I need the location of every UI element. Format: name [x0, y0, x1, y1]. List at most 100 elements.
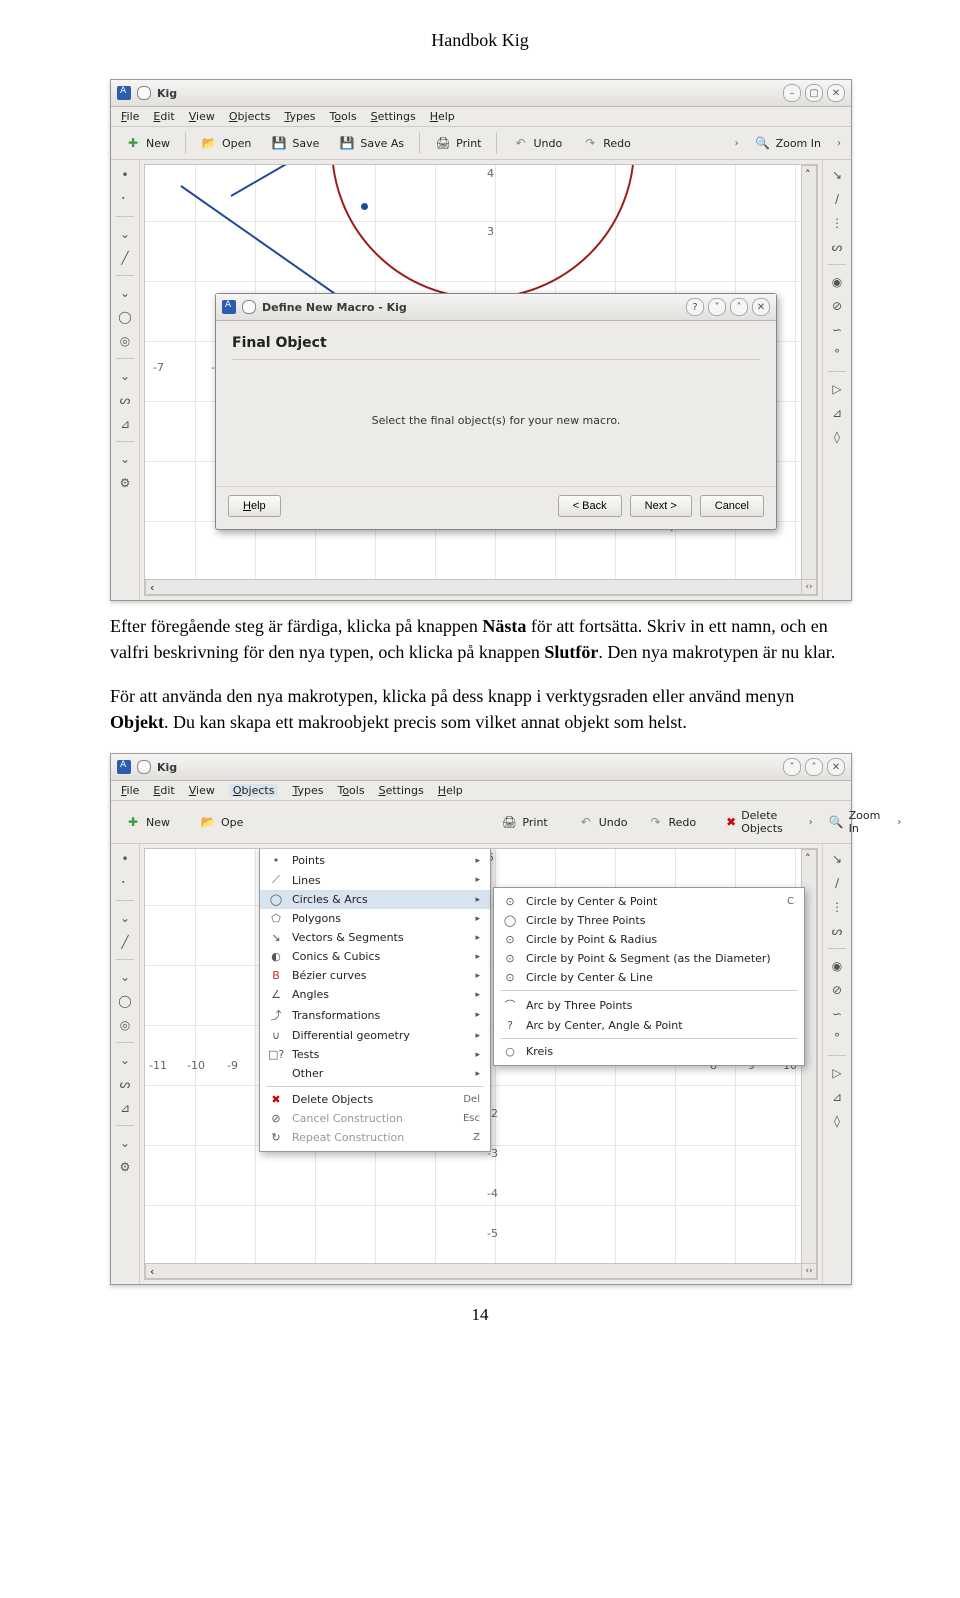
tool-icon[interactable]: ▷ [828, 380, 846, 398]
minimize-icon[interactable]: ˅ [783, 758, 801, 776]
tool-icon[interactable]: ◉ [828, 957, 846, 975]
menu-settings[interactable]: Settings [371, 110, 416, 123]
menu-help[interactable]: Help [430, 110, 455, 123]
point-tool-icon[interactable]: • [116, 850, 134, 868]
window-menu-icon[interactable] [137, 86, 151, 100]
line-tool-icon[interactable]: ╱ [116, 933, 134, 951]
menu-help[interactable]: Help [438, 784, 463, 797]
tool-icon[interactable]: ∽ [828, 321, 846, 339]
menu-item[interactable]: •Points▸ [260, 851, 490, 870]
tool-icon[interactable]: ⊿ [828, 404, 846, 422]
misc-tool-icon[interactable]: ᔕ [116, 1075, 134, 1093]
tool-icon[interactable]: ↘ [828, 850, 846, 868]
menu-item[interactable]: ◯Circles & Arcs▸ [260, 890, 490, 909]
tool-icon[interactable]: ⊿ [828, 1088, 846, 1106]
tool-icon[interactable]: ∕ [828, 874, 846, 892]
cancel-button[interactable]: Cancel [700, 495, 764, 517]
zoomin-button[interactable]: 🔍Zoom In [821, 805, 890, 839]
menu-item[interactable]: □?Tests▸ [260, 1045, 490, 1064]
menu-item[interactable]: Other▸ [260, 1064, 490, 1083]
dialog-menu-icon[interactable] [242, 300, 256, 314]
new-button[interactable]: ✚New [117, 810, 178, 834]
zoomin-button[interactable]: 🔍Zoom In [747, 131, 829, 155]
open-button[interactable]: 📂Open [193, 131, 259, 155]
window-menu-icon[interactable] [137, 760, 151, 774]
menu-objects[interactable]: Objects [229, 784, 279, 797]
delete-button[interactable]: ✖Delete Objects [718, 805, 797, 839]
points-tool-icon[interactable]: ⠂ [116, 874, 134, 892]
canvas[interactable]: 5 -2 -3 -4 -5 -11 -10 -9 8 9 10 ‹ ˄ ‹› •… [144, 848, 818, 1280]
menu-file[interactable]: File [121, 784, 139, 797]
chevron-down-icon[interactable]: ⌄ [116, 968, 134, 986]
menu-edit[interactable]: Edit [153, 784, 174, 797]
menu-item[interactable]: ⌒Arc by Three Points [494, 994, 804, 1016]
menu-item[interactable]: BBézier curves▸ [260, 966, 490, 985]
redo-button[interactable]: ↷Redo [639, 810, 704, 834]
tool-icon[interactable]: ⊘ [828, 297, 846, 315]
chevron-down-icon[interactable]: ⌄ [116, 225, 134, 243]
misc-tool-icon[interactable]: ᔕ [116, 391, 134, 409]
close-icon[interactable]: ✕ [827, 84, 845, 102]
menu-file[interactable]: File [121, 110, 139, 123]
chevron-down-icon[interactable]: ⌄ [116, 1134, 134, 1152]
min-icon[interactable]: ˅ [708, 298, 726, 316]
help-button[interactable]: Help [228, 495, 281, 517]
menu-item[interactable]: ↘Vectors & Segments▸ [260, 928, 490, 947]
macro-tool-icon[interactable]: ⚙ [116, 1158, 134, 1176]
circle-tool-icon[interactable]: ◯ [116, 992, 134, 1010]
redo-button[interactable]: ↷Redo [574, 131, 639, 155]
point-tool-icon[interactable]: • [116, 166, 134, 184]
menu-item[interactable]: ∪Differential geometry▸ [260, 1026, 490, 1045]
tool-icon[interactable]: ⊘ [828, 981, 846, 999]
tool-icon[interactable]: ↘ [828, 166, 846, 184]
canvas[interactable]: 4 3 -7 -6 ‹ ˄ ‹› D [144, 164, 818, 596]
horizontal-scrollbar[interactable]: ‹ [145, 579, 803, 595]
vertical-scrollbar[interactable]: ˄ [801, 165, 817, 581]
saveas-button[interactable]: 💾Save As [331, 131, 412, 155]
menu-types[interactable]: Types [292, 784, 323, 797]
circle-tool-icon[interactable]: ◯ [116, 308, 134, 326]
menu-item[interactable]: ○Kreis [494, 1042, 804, 1061]
undo-button[interactable]: ↶Undo [504, 131, 570, 155]
macro-tool-icon[interactable]: ⚙ [116, 474, 134, 492]
line-tool-icon[interactable]: ╱ [116, 249, 134, 267]
save-button[interactable]: 💾Save [263, 131, 327, 155]
tool-icon[interactable]: ° [828, 345, 846, 363]
horizontal-scrollbar[interactable]: ‹ [145, 1263, 803, 1279]
minimize-icon[interactable]: – [783, 84, 801, 102]
chevron-down-icon[interactable]: ⌄ [116, 284, 134, 302]
menu-item[interactable]: ◯Circle by Three Points [494, 911, 804, 930]
menu-view[interactable]: View [189, 784, 215, 797]
open-button[interactable]: 📂Ope [192, 810, 251, 834]
help-icon[interactable]: ? [686, 298, 704, 316]
toolbar-overflow-icon[interactable]: › [833, 135, 845, 152]
toolbar-more-icon[interactable]: › [731, 135, 743, 152]
close-icon[interactable]: ✕ [827, 758, 845, 776]
chevron-down-icon[interactable]: ⌄ [116, 909, 134, 927]
menu-item[interactable]: ◐Conics & Cubics▸ [260, 947, 490, 966]
menu-item[interactable]: ⬠Polygons▸ [260, 909, 490, 928]
tool-icon[interactable]: ⋮ [828, 898, 846, 916]
menu-types[interactable]: Types [284, 110, 315, 123]
tool-icon[interactable]: ◊ [828, 428, 846, 446]
tool-icon[interactable]: ∕ [828, 190, 846, 208]
maximize-icon[interactable]: ▢ [805, 84, 823, 102]
menu-item[interactable]: ⊙Circle by Center & PointC [494, 892, 804, 911]
menu-item[interactable]: ⊙Circle by Point & Segment (as the Diame… [494, 949, 804, 968]
menu-settings[interactable]: Settings [379, 784, 424, 797]
target-tool-icon[interactable]: ◎ [116, 1016, 134, 1034]
target-tool-icon[interactable]: ◎ [116, 332, 134, 350]
tool-icon[interactable]: ° [828, 1029, 846, 1047]
chevron-down-icon[interactable]: ⌄ [116, 367, 134, 385]
tool-icon[interactable]: ◊ [828, 1112, 846, 1130]
tool-icon[interactable]: ᔕ [828, 238, 846, 256]
back-button[interactable]: < Back [558, 495, 622, 517]
menu-tools[interactable]: Tools [329, 110, 356, 123]
next-button[interactable]: Next > [630, 495, 692, 517]
print-button[interactable]: 🖨Print [427, 131, 489, 155]
menu-objects[interactable]: Objects [229, 110, 271, 123]
tool-icon[interactable]: ▷ [828, 1064, 846, 1082]
menu-item[interactable]: ⟋Lines▸ [260, 870, 490, 890]
menu-view[interactable]: View [189, 110, 215, 123]
menu-item[interactable]: ⊙Circle by Point & Radius [494, 930, 804, 949]
